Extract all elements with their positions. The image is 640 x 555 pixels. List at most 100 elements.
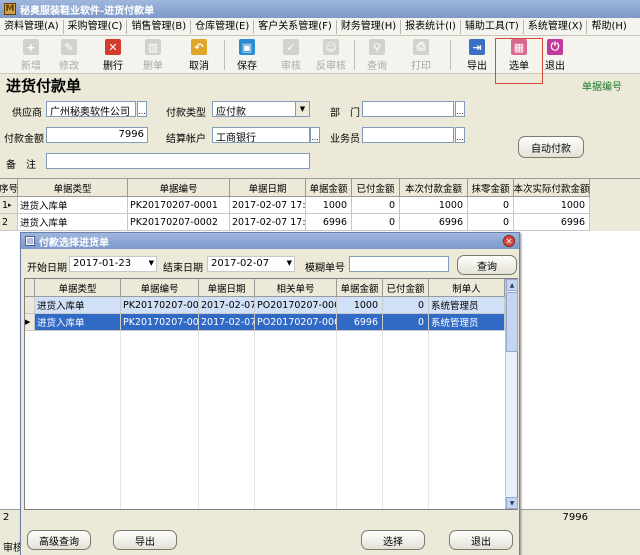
cell-creator[interactable]: 系统管理员 <box>429 297 505 314</box>
end-date-picker[interactable]: 2017-02-07 ▼ <box>207 256 295 272</box>
cell-doc-no[interactable]: PK20170207-0001 <box>121 297 199 314</box>
cell-doc-no[interactable]: PK20170207-0001 <box>128 197 230 214</box>
cell-doc-date[interactable]: 2017-02-07 17:! <box>230 214 306 231</box>
cell-doc-amount[interactable]: 6996 <box>337 314 383 331</box>
grid-header[interactable]: 已付金额 <box>352 179 400 197</box>
cancel-button[interactable]: ↶ 取消 <box>182 38 216 72</box>
cell-pay-amount[interactable]: 1000 <box>400 197 468 214</box>
grid-header[interactable]: 本次付款金额 <box>400 179 468 197</box>
cell-doc-type[interactable]: 进货入库单 <box>35 314 121 331</box>
cell-actual-pay[interactable]: 1000 <box>514 197 590 214</box>
cell-doc-amount[interactable]: 6996 <box>306 214 352 231</box>
cell-related-no[interactable]: PO20170207-0001 <box>255 297 337 314</box>
menu-item-sales[interactable]: 销售管理(B) <box>127 19 192 34</box>
cell-doc-amount[interactable]: 1000 <box>306 197 352 214</box>
cell-doc-date[interactable]: 2017-02-07 <box>199 297 255 314</box>
dialog-export-button[interactable]: 导出 <box>113 530 177 550</box>
dialog-select-button[interactable]: 选择 <box>361 530 425 550</box>
cell-rounding[interactable]: 0 <box>468 197 514 214</box>
grid-header[interactable]: 单据编号 <box>121 279 199 297</box>
cell-creator[interactable]: 系统管理员 <box>429 314 505 331</box>
dialog-title: 付款选择进货单 <box>39 237 109 249</box>
grid-header[interactable]: 本次实际付款金额 <box>514 179 590 197</box>
staff-field[interactable] <box>362 127 454 143</box>
menu-item-crm[interactable]: 客户关系管理(F) <box>254 19 337 34</box>
cell-doc-no[interactable]: PK20170207-0002 <box>121 314 199 331</box>
cell-paid-amount[interactable]: 0 <box>352 214 400 231</box>
menu-item-system[interactable]: 系统管理(X) <box>524 19 588 34</box>
cell-doc-date[interactable]: 2017-02-07 17:( <box>230 197 306 214</box>
grid-header[interactable]: 单据编号 <box>128 179 230 197</box>
grid-header[interactable]: 相关单号 <box>255 279 337 297</box>
grid-header[interactable]: 单据金额 <box>337 279 383 297</box>
grid-header[interactable]: 抹零金额 <box>468 179 514 197</box>
staff-lookup-button[interactable]: … <box>455 127 465 143</box>
approve-button[interactable]: ✓ 审核 <box>274 38 308 72</box>
close-icon[interactable]: ✕ <box>503 235 515 247</box>
grid-header[interactable]: 单据类型 <box>35 279 121 297</box>
scrollbar-thumb[interactable] <box>506 292 518 352</box>
account-field[interactable]: 工商银行 <box>212 127 310 143</box>
undo-icon: ↶ <box>191 39 207 55</box>
cell-doc-amount[interactable]: 1000 <box>337 297 383 314</box>
supplier-field[interactable]: 广州秘奥软件公司 <box>46 101 136 117</box>
cell-doc-type[interactable]: 进货入库单 <box>18 214 128 231</box>
edit-button[interactable]: ✎ 修改 <box>52 38 86 72</box>
cell-doc-no[interactable]: PK20170207-0002 <box>128 214 230 231</box>
query-button[interactable]: ⚲ 查询 <box>360 38 394 72</box>
new-button[interactable]: + 新增 <box>14 38 48 72</box>
cell-doc-type[interactable]: 进货入库单 <box>18 197 128 214</box>
pay-type-select[interactable]: 应付款 ▼ <box>212 101 310 117</box>
print-button[interactable]: ⎙ 打印 <box>404 38 438 72</box>
scroll-down-icon[interactable]: ▼ <box>506 497 518 509</box>
trash-icon: ▥ <box>145 39 161 55</box>
chevron-down-icon[interactable]: ▼ <box>295 102 309 116</box>
cell-related-no[interactable]: PO20170207-0002 <box>255 314 337 331</box>
menu-item-warehouse[interactable]: 仓库管理(E) <box>191 19 255 34</box>
scroll-up-icon[interactable]: ▲ <box>506 279 518 291</box>
menu-item-tools[interactable]: 辅助工具(T) <box>461 19 524 34</box>
cell-paid-amount[interactable]: 0 <box>383 297 429 314</box>
menu-item-reports[interactable]: 报表统计(I) <box>401 19 461 34</box>
account-lookup-button[interactable]: … <box>310 127 320 143</box>
start-date-picker[interactable]: 2017-01-23 ▼ <box>69 256 157 272</box>
auto-pay-button[interactable]: 自动付款 <box>518 136 584 158</box>
grid-header[interactable]: 已付金额 <box>383 279 429 297</box>
pay-type-label: 付款类型 <box>166 108 206 119</box>
cell-actual-pay[interactable]: 6996 <box>514 214 590 231</box>
grid-header[interactable]: 单据日期 <box>199 279 255 297</box>
dept-lookup-button[interactable]: … <box>455 101 465 117</box>
note-field[interactable] <box>46 153 310 169</box>
grid-header[interactable]: 制单人 <box>429 279 505 297</box>
delete-doc-button[interactable]: ▥ 删单 <box>136 38 170 72</box>
advanced-query-button[interactable]: 高级查询 <box>27 530 91 550</box>
menu-item-purchase[interactable]: 采购管理(C) <box>64 19 128 34</box>
dept-field[interactable] <box>362 101 454 117</box>
menu-item-help[interactable]: 帮助(H) <box>587 20 630 34</box>
dialog-query-button[interactable]: 查询 <box>457 255 517 275</box>
cell-pay-amount[interactable]: 6996 <box>400 214 468 231</box>
grid-header[interactable]: 序号 <box>0 179 18 197</box>
fuzzy-no-field[interactable] <box>349 256 449 272</box>
cell-paid-amount[interactable]: 0 <box>352 197 400 214</box>
supplier-lookup-button[interactable]: … <box>137 101 147 117</box>
amount-field[interactable]: 7996 <box>46 127 148 143</box>
menu-item-finance[interactable]: 财务管理(H) <box>337 19 402 34</box>
chevron-down-icon[interactable]: ▼ <box>287 259 292 267</box>
cell-doc-date[interactable]: 2017-02-07 <box>199 314 255 331</box>
delete-row-button[interactable]: ✕ 删行 <box>96 38 130 72</box>
grid-header[interactable]: 单据类型 <box>18 179 128 197</box>
grid-header[interactable]: 单据日期 <box>230 179 306 197</box>
cell-paid-amount[interactable]: 0 <box>383 314 429 331</box>
cell-rounding[interactable]: 0 <box>468 214 514 231</box>
chevron-down-icon[interactable]: ▼ <box>149 259 154 267</box>
menu-item-basic-data[interactable]: 资料管理(A) <box>0 19 64 34</box>
export-button[interactable]: ⇥ 导出 <box>460 38 494 72</box>
vertical-scrollbar[interactable]: ▲ ▼ <box>505 279 518 509</box>
unapprove-button[interactable]: ☺ 反审核 <box>314 38 348 72</box>
cell-doc-type[interactable]: 进货入库单 <box>35 297 121 314</box>
exit-button[interactable]: ⏻ 退出 <box>538 38 572 72</box>
dialog-exit-button[interactable]: 退出 <box>449 530 513 550</box>
save-button[interactable]: ▣ 保存 <box>230 38 264 72</box>
grid-header[interactable]: 单据金额 <box>306 179 352 197</box>
